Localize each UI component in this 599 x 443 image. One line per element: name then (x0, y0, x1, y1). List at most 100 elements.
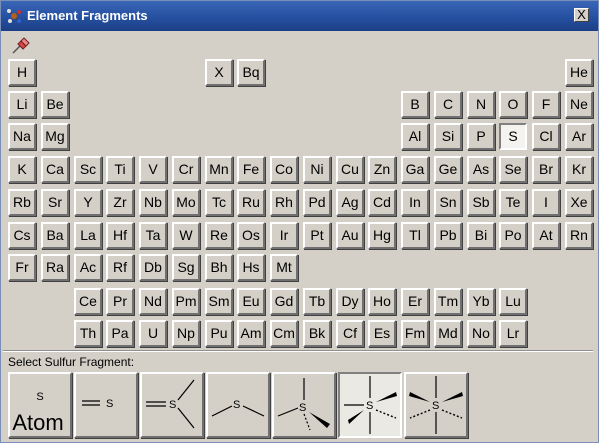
element-button-co[interactable]: Co (270, 156, 298, 183)
element-button-ba[interactable]: Ba (41, 222, 69, 249)
element-button-hg[interactable]: Hg (368, 222, 396, 249)
element-button-u[interactable]: U (139, 320, 167, 347)
element-button-cm[interactable]: Cm (270, 320, 298, 347)
element-button-te[interactable]: Te (499, 189, 527, 216)
element-button-c[interactable]: C (434, 91, 462, 118)
element-button-sr[interactable]: Sr (41, 189, 69, 216)
element-button-ra[interactable]: Ra (41, 254, 69, 281)
element-button-cr[interactable]: Cr (172, 156, 200, 183)
element-button-o[interactable]: O (499, 91, 527, 118)
fragment-pyramidal-three-bonds[interactable]: S (272, 372, 336, 438)
element-button-ti[interactable]: Ti (106, 156, 134, 183)
element-button-ho[interactable]: Ho (368, 288, 396, 315)
element-button-eu[interactable]: Eu (237, 288, 265, 315)
element-button-ne[interactable]: Ne (565, 91, 593, 118)
element-button-mt[interactable]: Mt (270, 254, 298, 281)
element-button-x[interactable]: X (205, 59, 233, 86)
element-button-bi[interactable]: Bi (467, 222, 495, 249)
element-button-tb[interactable]: Tb (303, 288, 331, 315)
element-button-ac[interactable]: Ac (74, 254, 102, 281)
element-button-nb[interactable]: Nb (139, 189, 167, 216)
element-button-sn[interactable]: Sn (434, 189, 462, 216)
element-button-f[interactable]: F (532, 91, 560, 118)
element-button-cf[interactable]: Cf (336, 320, 364, 347)
element-button-he[interactable]: He (565, 59, 593, 86)
element-button-ga[interactable]: Ga (401, 156, 429, 183)
pushpin-icon[interactable] (10, 35, 32, 55)
element-button-os[interactable]: Os (237, 222, 265, 249)
element-button-cs[interactable]: Cs (8, 222, 36, 249)
element-button-h[interactable]: H (8, 59, 36, 86)
element-button-ru[interactable]: Ru (237, 189, 265, 216)
element-button-rh[interactable]: Rh (270, 189, 298, 216)
element-button-rb[interactable]: Rb (8, 189, 36, 216)
fragment-octahedral[interactable]: S (338, 372, 402, 438)
element-button-hf[interactable]: Hf (106, 222, 134, 249)
element-button-w[interactable]: W (172, 222, 200, 249)
element-button-gd[interactable]: Gd (270, 288, 298, 315)
element-button-bh[interactable]: Bh (205, 254, 233, 281)
element-button-ir[interactable]: Ir (270, 222, 298, 249)
element-button-zn[interactable]: Zn (368, 156, 396, 183)
element-button-re[interactable]: Re (205, 222, 233, 249)
title-bar[interactable]: Element Fragments X (1, 1, 598, 31)
element-button-b[interactable]: B (401, 91, 429, 118)
element-button-pb[interactable]: Pb (434, 222, 462, 249)
element-button-er[interactable]: Er (401, 288, 429, 315)
element-button-cl[interactable]: Cl (532, 123, 560, 150)
element-button-pt[interactable]: Pt (303, 222, 331, 249)
element-button-k[interactable]: K (8, 156, 36, 183)
element-button-fm[interactable]: Fm (401, 320, 429, 347)
element-button-sb[interactable]: Sb (467, 189, 495, 216)
fragment-atom[interactable]: S Atom (8, 372, 72, 438)
element-button-xe[interactable]: Xe (565, 189, 593, 216)
element-button-nd[interactable]: Nd (139, 288, 167, 315)
element-button-lu[interactable]: Lu (499, 288, 527, 315)
element-button-na[interactable]: Na (8, 123, 36, 150)
element-button-br[interactable]: Br (532, 156, 560, 183)
element-button-sg[interactable]: Sg (172, 254, 200, 281)
element-button-at[interactable]: At (532, 222, 560, 249)
close-button[interactable]: X (574, 8, 589, 22)
element-button-dy[interactable]: Dy (336, 288, 364, 315)
element-button-al[interactable]: Al (401, 123, 429, 150)
element-button-mg[interactable]: Mg (41, 123, 69, 150)
element-button-md[interactable]: Md (434, 320, 462, 347)
element-button-tl[interactable]: Tl (401, 222, 429, 249)
fragment-two-bonds[interactable]: S (206, 372, 270, 438)
element-button-lr[interactable]: Lr (499, 320, 527, 347)
element-button-ca[interactable]: Ca (41, 156, 69, 183)
element-button-zr[interactable]: Zr (106, 189, 134, 216)
element-button-pu[interactable]: Pu (205, 320, 233, 347)
element-button-tm[interactable]: Tm (434, 288, 462, 315)
element-button-ar[interactable]: Ar (565, 123, 593, 150)
element-button-fr[interactable]: Fr (8, 254, 36, 281)
element-button-mn[interactable]: Mn (205, 156, 233, 183)
element-button-am[interactable]: Am (237, 320, 265, 347)
element-button-v[interactable]: V (139, 156, 167, 183)
element-button-th[interactable]: Th (74, 320, 102, 347)
element-button-es[interactable]: Es (368, 320, 396, 347)
element-button-rf[interactable]: Rf (106, 254, 134, 281)
element-button-cu[interactable]: Cu (336, 156, 364, 183)
element-button-si[interactable]: Si (434, 123, 462, 150)
element-button-sm[interactable]: Sm (205, 288, 233, 315)
element-button-i[interactable]: I (532, 189, 560, 216)
element-button-pa[interactable]: Pa (106, 320, 134, 347)
element-button-ni[interactable]: Ni (303, 156, 331, 183)
element-button-hs[interactable]: Hs (237, 254, 265, 281)
fragment-octahedral-wedged[interactable]: S (404, 372, 468, 438)
element-button-db[interactable]: Db (139, 254, 167, 281)
element-button-as[interactable]: As (467, 156, 495, 183)
element-button-po[interactable]: Po (499, 222, 527, 249)
element-button-pr[interactable]: Pr (106, 288, 134, 315)
element-button-bk[interactable]: Bk (303, 320, 331, 347)
element-button-kr[interactable]: Kr (565, 156, 593, 183)
element-button-fe[interactable]: Fe (237, 156, 265, 183)
element-button-li[interactable]: Li (8, 91, 36, 118)
element-button-la[interactable]: La (74, 222, 102, 249)
element-button-ce[interactable]: Ce (74, 288, 102, 315)
element-button-in[interactable]: In (401, 189, 429, 216)
element-button-y[interactable]: Y (74, 189, 102, 216)
element-button-pm[interactable]: Pm (172, 288, 200, 315)
